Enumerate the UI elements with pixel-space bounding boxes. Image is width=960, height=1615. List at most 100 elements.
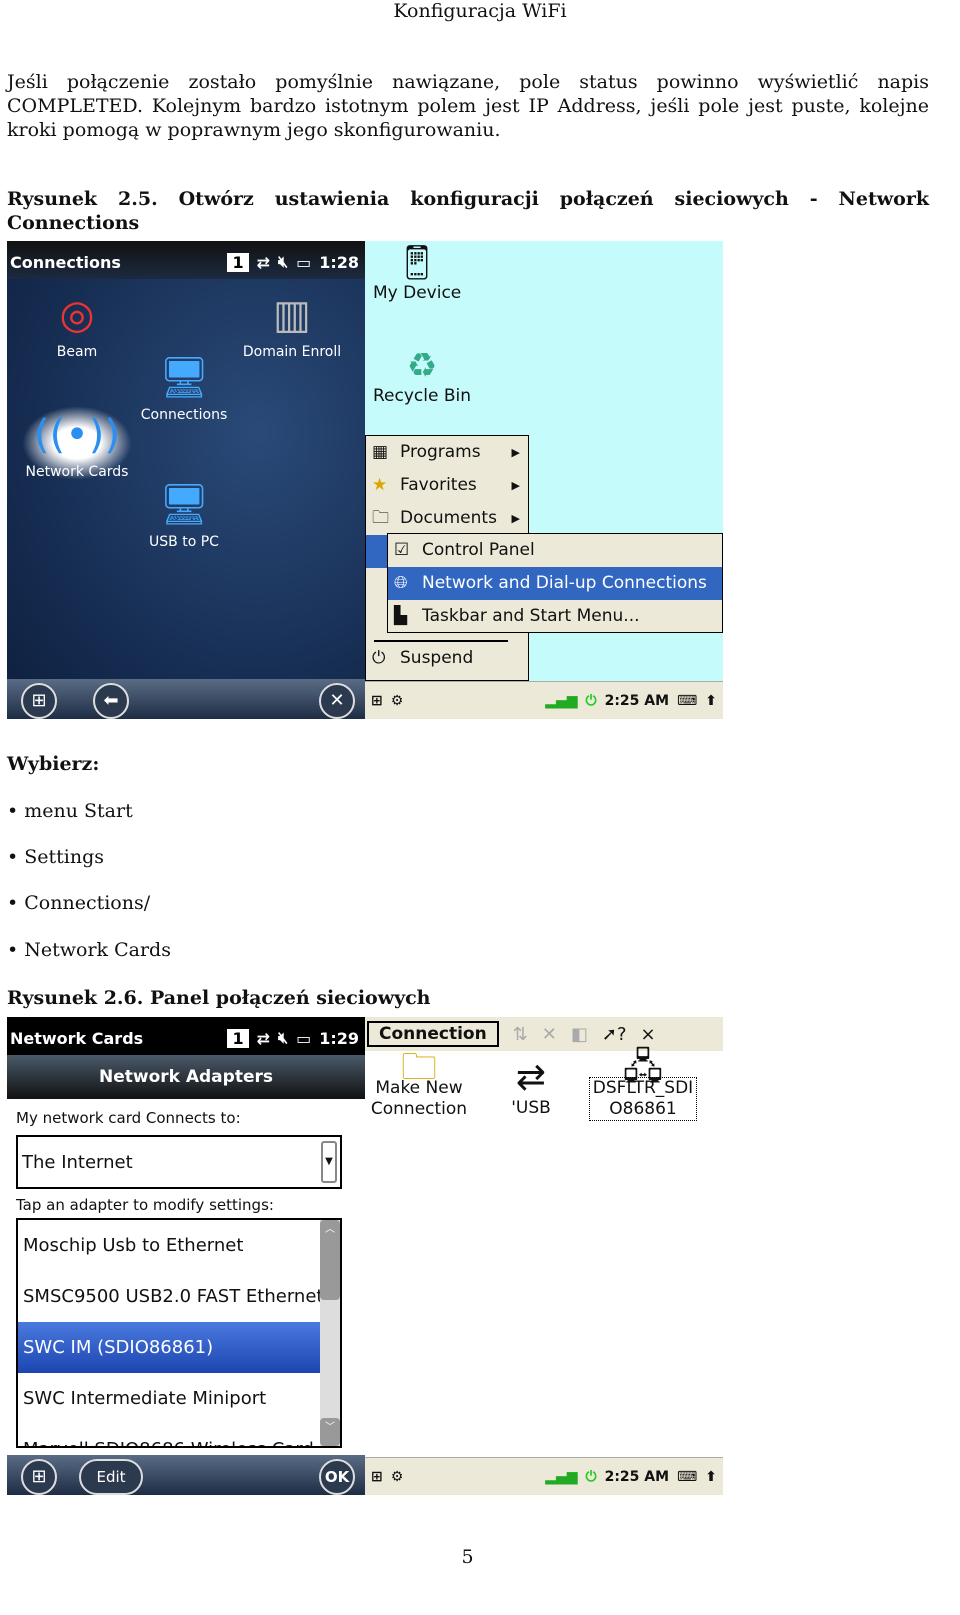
- menu-item-taskbar[interactable]: ▙ Taskbar and Start Menu...: [388, 600, 722, 633]
- usb-connection-item[interactable]: ⇄ 'USB: [491, 1057, 571, 1118]
- dsfltr-connection-item[interactable]: 🖧 DSFLTR_SDIO86861: [589, 1050, 697, 1121]
- adapter-list-item[interactable]: SWC IM (SDIO86861): [18, 1322, 320, 1373]
- device-icon: 📱︎: [395, 243, 439, 283]
- back-button[interactable]: ⬅: [93, 683, 129, 719]
- start-button[interactable]: ⊞: [371, 693, 383, 709]
- item-label: Network Cards: [25, 464, 129, 480]
- edit-button[interactable]: Edit: [79, 1459, 143, 1495]
- network-icon[interactable]: ⚙: [391, 693, 404, 709]
- volume-muted-icon: 🔇︎: [277, 1028, 289, 1047]
- make-new-connection-item[interactable]: 🗀 Make New Connection: [369, 1050, 469, 1120]
- usb-sync-icon: ⇄: [515, 1057, 547, 1098]
- desktop-screen: 📱︎ My Device ♻ Recycle Bin ▦ Programs ▶ ★ Fav…: [365, 241, 723, 719]
- menu-item-favorites[interactable]: ★ Favorites ▶: [366, 469, 528, 502]
- menu-label: Control Panel: [422, 540, 535, 560]
- beam-icon: ◎: [59, 292, 95, 338]
- item-label: Beam: [56, 344, 98, 360]
- network-cards-item[interactable]: ((•)) Network Cards: [22, 406, 132, 480]
- recycle-bin-item[interactable]: ♻ Recycle Bin: [373, 346, 471, 406]
- keyboard-icon[interactable]: ⌨: [677, 693, 697, 709]
- close-button[interactable]: ✕: [319, 683, 355, 719]
- list-text: Network Cards: [24, 939, 171, 961]
- connections-item[interactable]: 🖥︎ Connections: [129, 349, 239, 423]
- connect-icon[interactable]: ⇅: [513, 1024, 528, 1045]
- list-item: • Settings: [7, 846, 105, 868]
- page-subtitle: Network Adapters: [7, 1055, 365, 1099]
- signal-icon[interactable]: ▂▄▆: [545, 1469, 577, 1485]
- battery-icon: ▭: [296, 252, 312, 272]
- notification-badge[interactable]: 1: [227, 1028, 249, 1048]
- delete-icon[interactable]: ✕: [542, 1024, 557, 1045]
- keyboard-icon[interactable]: ⌨: [677, 1469, 697, 1485]
- settings-submenu: ☑ Control Panel 🌐︎ Network and Dial-up Con…: [387, 533, 723, 633]
- adapter-list-item[interactable]: SMSC9500 USB2.0 FAST Ethernet ..: [18, 1271, 320, 1322]
- list-item: • menu Start: [7, 800, 133, 822]
- adapter-list-item[interactable]: Marvell SDIO8686 Wireless Card: [18, 1424, 320, 1446]
- softkey-bar: ⊞ ⬅ ✕: [7, 679, 365, 719]
- menu-item-network-dialup[interactable]: 🌐︎ Network and Dial-up Connections: [388, 567, 722, 600]
- submenu-arrow-icon: ▶: [511, 512, 520, 525]
- item-label: DSFLTR_SDIO86861: [589, 1077, 697, 1121]
- arrow-up-icon[interactable]: ⬆: [705, 693, 723, 709]
- clock: 2:25 AM: [604, 692, 670, 709]
- volume-muted-icon: 🔇︎: [277, 252, 289, 271]
- intro-paragraph: Jeśli połączenie zostało pomyślnie nawią…: [7, 71, 929, 141]
- notification-badge[interactable]: 1: [227, 252, 249, 272]
- screen-title: Connections: [10, 253, 121, 272]
- start-button[interactable]: ⊞: [21, 683, 57, 719]
- help-icon[interactable]: ➚?: [602, 1024, 627, 1045]
- scrollbar[interactable]: ︿ ﹀: [320, 1220, 340, 1446]
- running-header: Konfiguracja WiFi: [393, 0, 567, 22]
- scroll-down-icon[interactable]: ﹀: [320, 1418, 340, 1446]
- programs-icon: ▦: [372, 442, 389, 462]
- page-number: 5: [461, 1546, 474, 1568]
- chevron-down-icon[interactable]: ▼: [321, 1141, 337, 1183]
- ok-button[interactable]: OK: [319, 1459, 355, 1495]
- network-icon[interactable]: ⚙: [391, 1469, 404, 1485]
- figure-caption: Rysunek 2.5. Otwórz ustawienia konfigura…: [7, 188, 929, 234]
- beam-item[interactable]: ◎ Beam: [22, 286, 132, 360]
- menu-label: Network and Dial-up Connections: [422, 573, 707, 593]
- menu-item-control-panel[interactable]: ☑ Control Panel: [388, 534, 722, 567]
- menu-item-documents[interactable]: 🗀 Documents ▶: [366, 502, 528, 535]
- network-globe-icon: 🌐︎: [394, 573, 408, 593]
- list-item: • Network Cards: [7, 939, 171, 961]
- close-icon[interactable]: ×: [641, 1024, 656, 1045]
- item-label: Make New Connection: [370, 1078, 468, 1119]
- menu-item-programs[interactable]: ▦ Programs ▶: [366, 436, 528, 469]
- submenu-arrow-icon: ▶: [511, 446, 520, 459]
- power-icon[interactable]: ⏻: [586, 1469, 597, 1485]
- globe-computer-icon: 🖥︎: [158, 355, 210, 401]
- choose-heading: Wybierz:: [7, 753, 100, 775]
- battery-icon: ▭: [296, 1028, 312, 1048]
- start-button[interactable]: ⊞: [21, 1459, 57, 1495]
- suspend-icon: ⏻: [372, 648, 386, 668]
- status-bar: Connections 1 ⇄ 🔇︎ ▭ 1:28: [7, 241, 365, 279]
- data-sync-icon: ⇄: [256, 252, 270, 272]
- server-icon: ▥: [273, 292, 311, 338]
- menu-item-suspend[interactable]: ⏻ Suspend: [366, 642, 528, 675]
- my-device-item[interactable]: 📱︎ My Device: [373, 243, 461, 303]
- arrow-up-icon[interactable]: ⬆: [705, 1469, 723, 1485]
- domain-enroll-item[interactable]: ▥ Domain Enroll: [237, 286, 347, 360]
- properties-icon[interactable]: ◧: [571, 1024, 588, 1045]
- connects-dropdown[interactable]: The Internet ▼: [16, 1135, 342, 1189]
- scroll-up-icon[interactable]: ︿: [320, 1220, 340, 1300]
- connection-menu[interactable]: Connection: [367, 1021, 499, 1047]
- adapter-list-item[interactable]: SWC Intermediate Miniport: [18, 1373, 320, 1424]
- taskbar: ⊞ ⚙ ▂▄▆ ⏻ 2:25 AM ⌨ ⬆: [365, 1457, 723, 1495]
- adapter-list-item[interactable]: Moschip Usb to Ethernet: [18, 1220, 320, 1271]
- usb-to-pc-item[interactable]: 🖥︎ USB to PC: [129, 476, 239, 550]
- screen-title: Network Cards: [10, 1029, 144, 1048]
- signal-icon[interactable]: ▂▄▆: [545, 693, 577, 709]
- usb-pc-icon: 🖥︎: [158, 482, 210, 528]
- menu-label: Documents: [400, 508, 497, 528]
- dropdown-value: The Internet: [22, 1152, 133, 1173]
- start-button[interactable]: ⊞: [371, 1469, 383, 1485]
- data-sync-icon: ⇄: [256, 1028, 270, 1048]
- submenu-arrow-icon: ▶: [511, 479, 520, 492]
- power-icon[interactable]: ⏻: [586, 693, 597, 709]
- tap-label: Tap an adapter to modify settings:: [16, 1196, 274, 1214]
- clock: 2:25 AM: [604, 1468, 670, 1485]
- clock: 1:29: [319, 1028, 359, 1048]
